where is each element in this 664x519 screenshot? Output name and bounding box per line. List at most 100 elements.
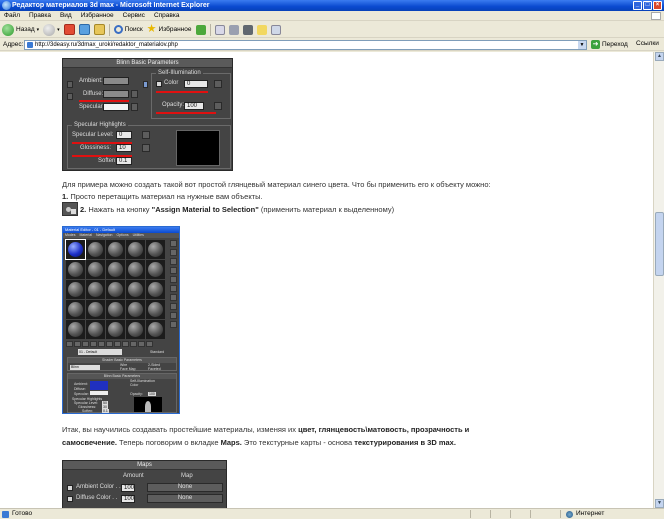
- color-map-button[interactable]: [214, 80, 222, 88]
- status-divider: [490, 510, 491, 518]
- glossiness-label: Glossiness:: [80, 145, 112, 151]
- specular-map-button[interactable]: [131, 103, 138, 111]
- menu-file[interactable]: Файл: [4, 11, 20, 20]
- diffuse-map-checkbox[interactable]: [67, 496, 73, 502]
- ambient-map-button[interactable]: None: [147, 483, 223, 492]
- address-input[interactable]: http://3deasy.ru/3dmax_uroki/redaktor_ma…: [24, 40, 587, 50]
- paragraph-summary-line1: Итак, вы научились создавать простейшие …: [62, 425, 469, 435]
- diffuse-swatch[interactable]: [103, 90, 129, 98]
- page-status-icon: [2, 511, 9, 518]
- ambient-map-checkbox[interactable]: [67, 485, 73, 491]
- me-name-row: 01 - Default Standard: [66, 349, 176, 355]
- specular-highlights-group: Specular Highlights Specular Level: 0 Gl…: [67, 122, 231, 169]
- scroll-thumb[interactable]: [655, 212, 664, 276]
- assign-material-label: "Assign Material to Selection": [151, 205, 259, 214]
- windows-flag-icon: [651, 12, 661, 20]
- me-opacity-value: 100: [148, 392, 156, 396]
- step-2-tail: (применить материал к выделенному): [258, 205, 395, 214]
- history-icon[interactable]: [195, 24, 206, 35]
- lock-ambient-button[interactable]: [67, 81, 73, 88]
- menu-help[interactable]: Справка: [154, 11, 180, 20]
- favorites-star-icon: ★: [146, 23, 157, 35]
- back-arrow-icon: [2, 23, 14, 36]
- color-spinner[interactable]: 0: [184, 80, 208, 88]
- window-title: Редактор материалов 3d max - Microsoft I…: [12, 2, 210, 9]
- glossiness-map-button[interactable]: [142, 144, 150, 152]
- specular-level-spinner[interactable]: 0: [116, 131, 132, 139]
- specular-label: Specular:: [79, 104, 105, 110]
- refresh-icon[interactable]: [78, 24, 90, 35]
- title-bar: Редактор материалов 3d max - Microsoft I…: [0, 0, 664, 11]
- summary-bold-b: цвет, глянцевость\матовость, прозрачност…: [298, 425, 470, 434]
- self-illumination-group: Self-Illumination Color 0 Opacity: 100: [151, 70, 231, 119]
- ambient-swatch[interactable]: [103, 77, 129, 85]
- go-arrow-icon: ➜: [591, 40, 600, 49]
- mail-icon[interactable]: [214, 24, 225, 35]
- diffuse-map-amount[interactable]: 100: [121, 495, 135, 503]
- me-highlight-curve: [134, 397, 162, 412]
- ambient-label: Ambient:: [79, 78, 103, 84]
- stop-icon[interactable]: [63, 24, 75, 35]
- scroll-down-icon[interactable]: ▼: [655, 499, 664, 508]
- me-blinn-title: Blinn Basic Parameters: [68, 374, 176, 379]
- self-illumination-title: Self-Illumination: [156, 70, 203, 77]
- ambient-map-amount[interactable]: 100: [121, 484, 135, 492]
- home-icon[interactable]: [93, 24, 105, 35]
- specular-level-map-button[interactable]: [142, 131, 150, 139]
- go-button[interactable]: ➜ Переход: [591, 40, 628, 49]
- address-dropdown-icon[interactable]: ▼: [578, 41, 586, 49]
- soften-spinner[interactable]: 0.1: [116, 157, 132, 165]
- sample-slot: [106, 260, 125, 279]
- toolbar-separator: [108, 23, 110, 36]
- links-button[interactable]: Ссылки: [636, 40, 659, 47]
- opacity-spinner[interactable]: 100: [184, 102, 204, 110]
- color-checkbox[interactable]: [156, 81, 162, 87]
- me-menu-navigation: Navigation: [95, 233, 113, 237]
- print-icon[interactable]: [228, 24, 239, 35]
- go-label: Переход: [602, 41, 628, 48]
- menu-view[interactable]: Вид: [60, 11, 72, 20]
- soften-label: Soften:: [98, 158, 118, 164]
- back-dropdown-icon[interactable]: ▾: [37, 27, 40, 33]
- maximize-button[interactable]: □: [643, 1, 652, 10]
- address-label: Адрес:: [3, 41, 24, 48]
- forward-dropdown-icon[interactable]: ▾: [57, 27, 60, 33]
- specular-swatch[interactable]: [103, 103, 129, 111]
- menu-edit[interactable]: Правка: [29, 11, 51, 20]
- me-material-type: Standard: [150, 350, 165, 354]
- me-side-tools: [170, 240, 178, 328]
- diffuse-map-button[interactable]: [131, 90, 138, 98]
- toolbar: Назад ▾ ▾ Поиск ★ Избранное: [0, 22, 664, 38]
- highlight-curve-preview: [176, 130, 220, 166]
- opacity-label: Opacity:: [162, 102, 185, 108]
- messenger-icon[interactable]: [270, 24, 281, 35]
- sample-slot: [86, 280, 105, 299]
- forward-button[interactable]: ▾: [43, 23, 60, 37]
- glossiness-spinner[interactable]: 10: [116, 144, 132, 152]
- diffuse-map-button[interactable]: None: [147, 494, 223, 503]
- link-button[interactable]: [143, 81, 148, 88]
- search-button[interactable]: Поиск: [113, 23, 143, 37]
- lock-diffuse-button[interactable]: [67, 93, 73, 100]
- edit-icon[interactable]: [242, 24, 253, 35]
- sample-slot: [126, 300, 145, 319]
- back-button[interactable]: Назад ▾: [2, 23, 39, 37]
- scroll-up-icon[interactable]: ▲: [655, 52, 664, 61]
- status-divider: [530, 510, 531, 518]
- menu-favorites[interactable]: Избранное: [81, 11, 114, 20]
- opacity-map-button[interactable]: [214, 102, 222, 110]
- vertical-scrollbar[interactable]: ▲ ▼: [653, 52, 664, 508]
- maps-panel-title: Maps: [63, 461, 226, 470]
- blinn-parameters-panel: Blinn Basic Parameters Ambient: Diffuse:…: [62, 58, 233, 171]
- favorites-label: Избранное: [158, 26, 192, 33]
- sample-slot: [66, 260, 85, 279]
- me-color-label: Color: [130, 383, 139, 387]
- menu-tools[interactable]: Сервис: [123, 11, 145, 20]
- blinn-panel-title: Blinn Basic Parameters: [63, 59, 232, 68]
- minimize-button[interactable]: _: [633, 1, 642, 10]
- favorites-button[interactable]: ★ Избранное: [147, 23, 192, 37]
- material-editor-screenshot: Material Editor - 01 - Default Modes Mat…: [62, 226, 180, 414]
- folder-icon[interactable]: [256, 24, 267, 35]
- close-button[interactable]: ×: [653, 1, 662, 10]
- me-soften-label: Soften:: [82, 409, 94, 413]
